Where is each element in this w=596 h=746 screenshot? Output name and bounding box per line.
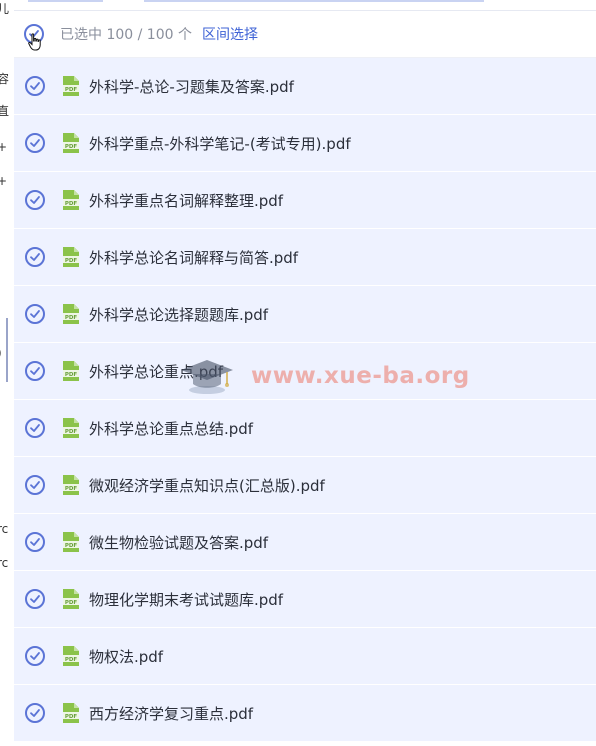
svg-text:PDF: PDF — [65, 429, 78, 435]
top-tab-underline — [28, 0, 103, 2]
bg-text-fragment: 容 — [0, 72, 10, 86]
bg-text-fragment: rc — [0, 556, 9, 570]
check-circle-icon[interactable] — [25, 133, 45, 153]
pdf-file-icon: PDF — [63, 475, 79, 495]
file-row[interactable]: PDF 微观经济学重点知识点(汇总版).pdf — [14, 457, 596, 514]
file-row[interactable]: PDF 西方经济学复习重点.pdf — [14, 685, 596, 742]
file-row[interactable]: PDF 外科学总论重点总结.pdf — [14, 400, 596, 457]
selection-count: 已选中 100 / 100 个 — [60, 27, 192, 43]
svg-text:PDF: PDF — [65, 87, 78, 93]
svg-text:PDF: PDF — [65, 258, 78, 264]
pdf-file-icon: PDF — [63, 418, 79, 438]
pdf-file-icon: PDF — [63, 190, 79, 210]
check-circle-icon[interactable] — [25, 418, 45, 438]
file-list: PDF 外科学-总论-习题集及答案.pdf PDF 外科学重点-外科学笔记-(考试专用… — [14, 58, 596, 742]
svg-text:PDF: PDF — [65, 600, 78, 606]
file-row[interactable]: PDF 外科学重点名词解释整理.pdf — [14, 172, 596, 229]
bg-scroll-indicator — [6, 318, 8, 382]
file-name: 西方经济学复习重点.pdf — [89, 704, 254, 723]
bg-text-fragment: rc — [0, 522, 9, 536]
pdf-file-icon: PDF — [63, 703, 79, 723]
top-chrome — [14, 0, 596, 10]
svg-text:PDF: PDF — [65, 714, 78, 720]
select-all-checkbox[interactable] — [24, 23, 46, 51]
selection-header: 已选中 100 / 100 个 区间选择 — [14, 11, 596, 58]
file-row[interactable]: PDF 外科学总论选择题题库.pdf — [14, 286, 596, 343]
svg-text:PDF: PDF — [65, 657, 78, 663]
pdf-file-icon: PDF — [63, 589, 79, 609]
pdf-file-icon: PDF — [63, 304, 79, 324]
file-name: 外科学总论重点总结.pdf — [89, 419, 254, 438]
check-circle-icon[interactable] — [25, 304, 45, 324]
svg-text:PDF: PDF — [65, 144, 78, 150]
file-row[interactable]: PDF 微生物检验试题及答案.pdf — [14, 514, 596, 571]
file-row[interactable]: PDF 外科学总论重点.pdf — [14, 343, 596, 400]
file-row[interactable]: PDF 外科学-总论-习题集及答案.pdf — [14, 58, 596, 115]
check-circle-icon[interactable] — [25, 361, 45, 381]
check-circle-icon[interactable] — [25, 475, 45, 495]
svg-text:PDF: PDF — [65, 201, 78, 207]
svg-text:PDF: PDF — [65, 372, 78, 378]
file-name: 微观经济学重点知识点(汇总版).pdf — [89, 476, 325, 495]
file-row[interactable]: PDF 物理化学期末考试试题库.pdf — [14, 571, 596, 628]
file-selection-panel: 已选中 100 / 100 个 区间选择 PDF 外科学-总论-习题集及答案.pd… — [14, 10, 596, 746]
bg-text-fragment: 直 — [0, 104, 10, 118]
file-row[interactable]: PDF 外科学总论名词解释与简答.pdf — [14, 229, 596, 286]
check-circle-icon[interactable] — [25, 532, 45, 552]
file-row[interactable]: PDF 外科学重点-外科学笔记-(考试专用).pdf — [14, 115, 596, 172]
top-tab-underline — [144, 0, 484, 2]
check-circle-icon[interactable] — [25, 589, 45, 609]
pdf-file-icon: PDF — [63, 247, 79, 267]
hand-cursor-icon — [28, 33, 41, 51]
file-name: 外科学重点名词解释整理.pdf — [89, 191, 284, 210]
file-name: 外科学重点-外科学笔记-(考试专用).pdf — [89, 134, 351, 153]
check-circle-icon[interactable] — [25, 76, 45, 96]
check-circle-icon[interactable] — [25, 190, 45, 210]
pdf-file-icon: PDF — [63, 133, 79, 153]
check-circle-icon[interactable] — [25, 703, 45, 723]
pdf-file-icon: PDF — [63, 361, 79, 381]
check-circle-icon[interactable] — [25, 646, 45, 666]
bg-text-fragment: ) — [0, 346, 2, 360]
background-window-strip: 儿 容 直 + + ) rc rc — [0, 0, 15, 745]
file-name: 外科学-总论-习题集及答案.pdf — [89, 77, 294, 96]
file-name: 物权法.pdf — [89, 647, 164, 666]
file-name: 微生物检验试题及答案.pdf — [89, 533, 269, 552]
file-name: 外科学总论重点.pdf — [89, 362, 224, 381]
file-name: 外科学总论选择题题库.pdf — [89, 305, 269, 324]
range-select-link[interactable]: 区间选择 — [202, 24, 258, 44]
bg-text-fragment: + — [0, 140, 8, 154]
pdf-file-icon: PDF — [63, 76, 79, 96]
svg-text:PDF: PDF — [65, 315, 78, 321]
pdf-file-icon: PDF — [63, 532, 79, 552]
svg-text:PDF: PDF — [65, 543, 78, 549]
file-name: 物理化学期末考试试题库.pdf — [89, 590, 284, 609]
check-circle-icon[interactable] — [25, 247, 45, 267]
bg-text-fragment: + — [0, 174, 8, 188]
file-name: 外科学总论名词解释与简答.pdf — [89, 248, 299, 267]
bg-text-fragment: 儿 — [0, 2, 10, 16]
pdf-file-icon: PDF — [63, 646, 79, 666]
file-row[interactable]: PDF 物权法.pdf — [14, 628, 596, 685]
svg-text:PDF: PDF — [65, 486, 78, 492]
